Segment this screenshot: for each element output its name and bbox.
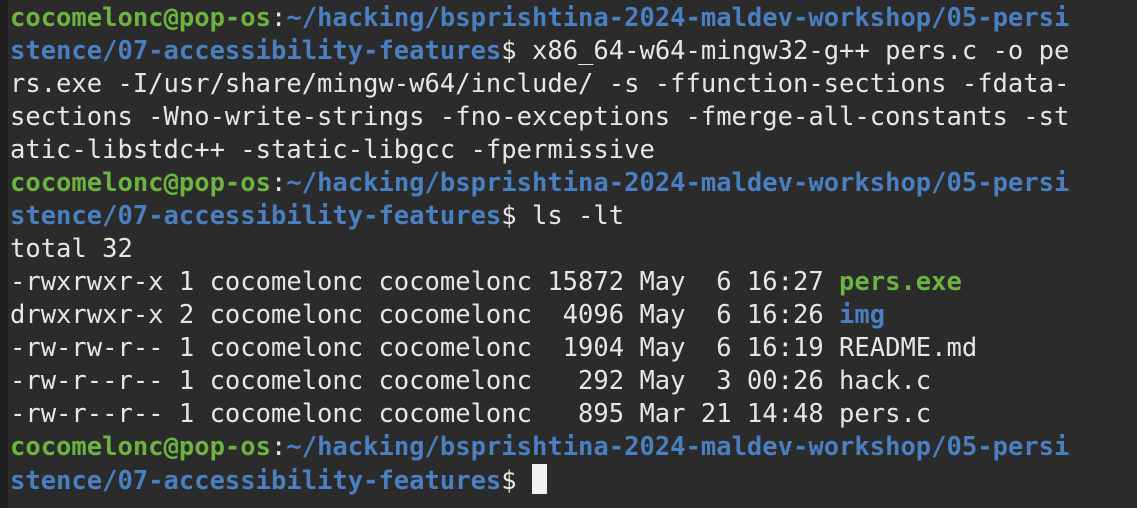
prompt-path: ~/hacking/bsprishtina-2024-maldev-worksh… bbox=[286, 168, 1070, 198]
prompt-path: stence/07-accessibility-features bbox=[10, 201, 502, 231]
terminal-window[interactable]: cocomelonc@pop-os:~/hacking/bsprishtina-… bbox=[0, 0, 1137, 508]
prompt-dollar: $ bbox=[501, 201, 532, 231]
ls-entry-meta: -rw-rw-r-- 1 cocomelonc cocomelonc 1904 … bbox=[10, 333, 840, 363]
ls-entry: -rw-r--r-- 1 cocomelonc cocomelonc 895 M… bbox=[10, 398, 1135, 431]
terminal-output: cocomelonc@pop-os:~/hacking/bsprishtina-… bbox=[10, 2, 1135, 497]
prompt-user-host: cocomelonc@pop-os bbox=[10, 3, 271, 33]
ls-entry-meta: drwxrwxr-x 2 cocomelonc cocomelonc 4096 … bbox=[10, 300, 840, 330]
command-text: ls -lt bbox=[532, 201, 625, 231]
ls-entry-name: img bbox=[839, 300, 886, 330]
prompt-line: cocomelonc@pop-os:~/hacking/bsprishtina-… bbox=[10, 167, 1135, 200]
prompt-path: stence/07-accessibility-features bbox=[10, 36, 502, 66]
ls-entry: -rw-rw-r-- 1 cocomelonc cocomelonc 1904 … bbox=[10, 332, 1135, 365]
prompt-dollar: $ bbox=[501, 36, 532, 66]
prompt-line-active[interactable]: stence/07-accessibility-features$ bbox=[10, 464, 1135, 497]
ls-entry-name: pers.c bbox=[839, 399, 932, 429]
prompt-dollar: $ bbox=[501, 466, 532, 496]
ls-entry-meta: -rwxrwxr-x 1 cocomelonc cocomelonc 15872… bbox=[10, 267, 840, 297]
prompt-line: stence/07-accessibility-features$ x86_64… bbox=[10, 35, 1135, 68]
command-text: x86_64-w64-mingw32-g++ pers.c -o pe bbox=[532, 36, 1070, 66]
ls-entry: -rw-r--r-- 1 cocomelonc cocomelonc 292 M… bbox=[10, 365, 1135, 398]
prompt-line: stence/07-accessibility-features$ ls -lt bbox=[10, 200, 1135, 233]
prompt-colon: : bbox=[271, 3, 287, 33]
ls-entry-name: pers.exe bbox=[839, 267, 962, 297]
prompt-line: cocomelonc@pop-os:~/hacking/bsprishtina-… bbox=[10, 2, 1135, 35]
prompt-colon: : bbox=[271, 168, 287, 198]
command-continuation: atic-libstdc++ -static-libgcc -fpermissi… bbox=[10, 135, 655, 165]
command-continuation: sections -Wno-write-strings -fno-excepti… bbox=[10, 102, 1070, 132]
prompt-user-host: cocomelonc@pop-os bbox=[10, 168, 271, 198]
ls-entry-name: README.md bbox=[839, 333, 978, 363]
ls-entry-name: hack.c bbox=[839, 366, 932, 396]
prompt-user-host: cocomelonc@pop-os bbox=[10, 432, 271, 462]
prompt-line: cocomelonc@pop-os:~/hacking/bsprishtina-… bbox=[10, 431, 1135, 464]
left-gutter bbox=[0, 0, 8, 508]
prompt-path: ~/hacking/bsprishtina-2024-maldev-worksh… bbox=[286, 432, 1070, 462]
ls-entry-meta: -rw-r--r-- 1 cocomelonc cocomelonc 895 M… bbox=[10, 399, 840, 429]
prompt-colon: : bbox=[271, 432, 287, 462]
text-cursor[interactable] bbox=[532, 464, 547, 494]
ls-entry: -rwxrwxr-x 1 cocomelonc cocomelonc 15872… bbox=[10, 266, 1135, 299]
ls-entry-meta: -rw-r--r-- 1 cocomelonc cocomelonc 292 M… bbox=[10, 366, 840, 396]
command-continuation: rs.exe -I/usr/share/mingw-w64/include/ -… bbox=[10, 69, 1070, 99]
ls-total: total 32 bbox=[10, 234, 133, 264]
ls-entry: drwxrwxr-x 2 cocomelonc cocomelonc 4096 … bbox=[10, 299, 1135, 332]
prompt-path: ~/hacking/bsprishtina-2024-maldev-worksh… bbox=[286, 3, 1070, 33]
prompt-path: stence/07-accessibility-features bbox=[10, 466, 502, 496]
